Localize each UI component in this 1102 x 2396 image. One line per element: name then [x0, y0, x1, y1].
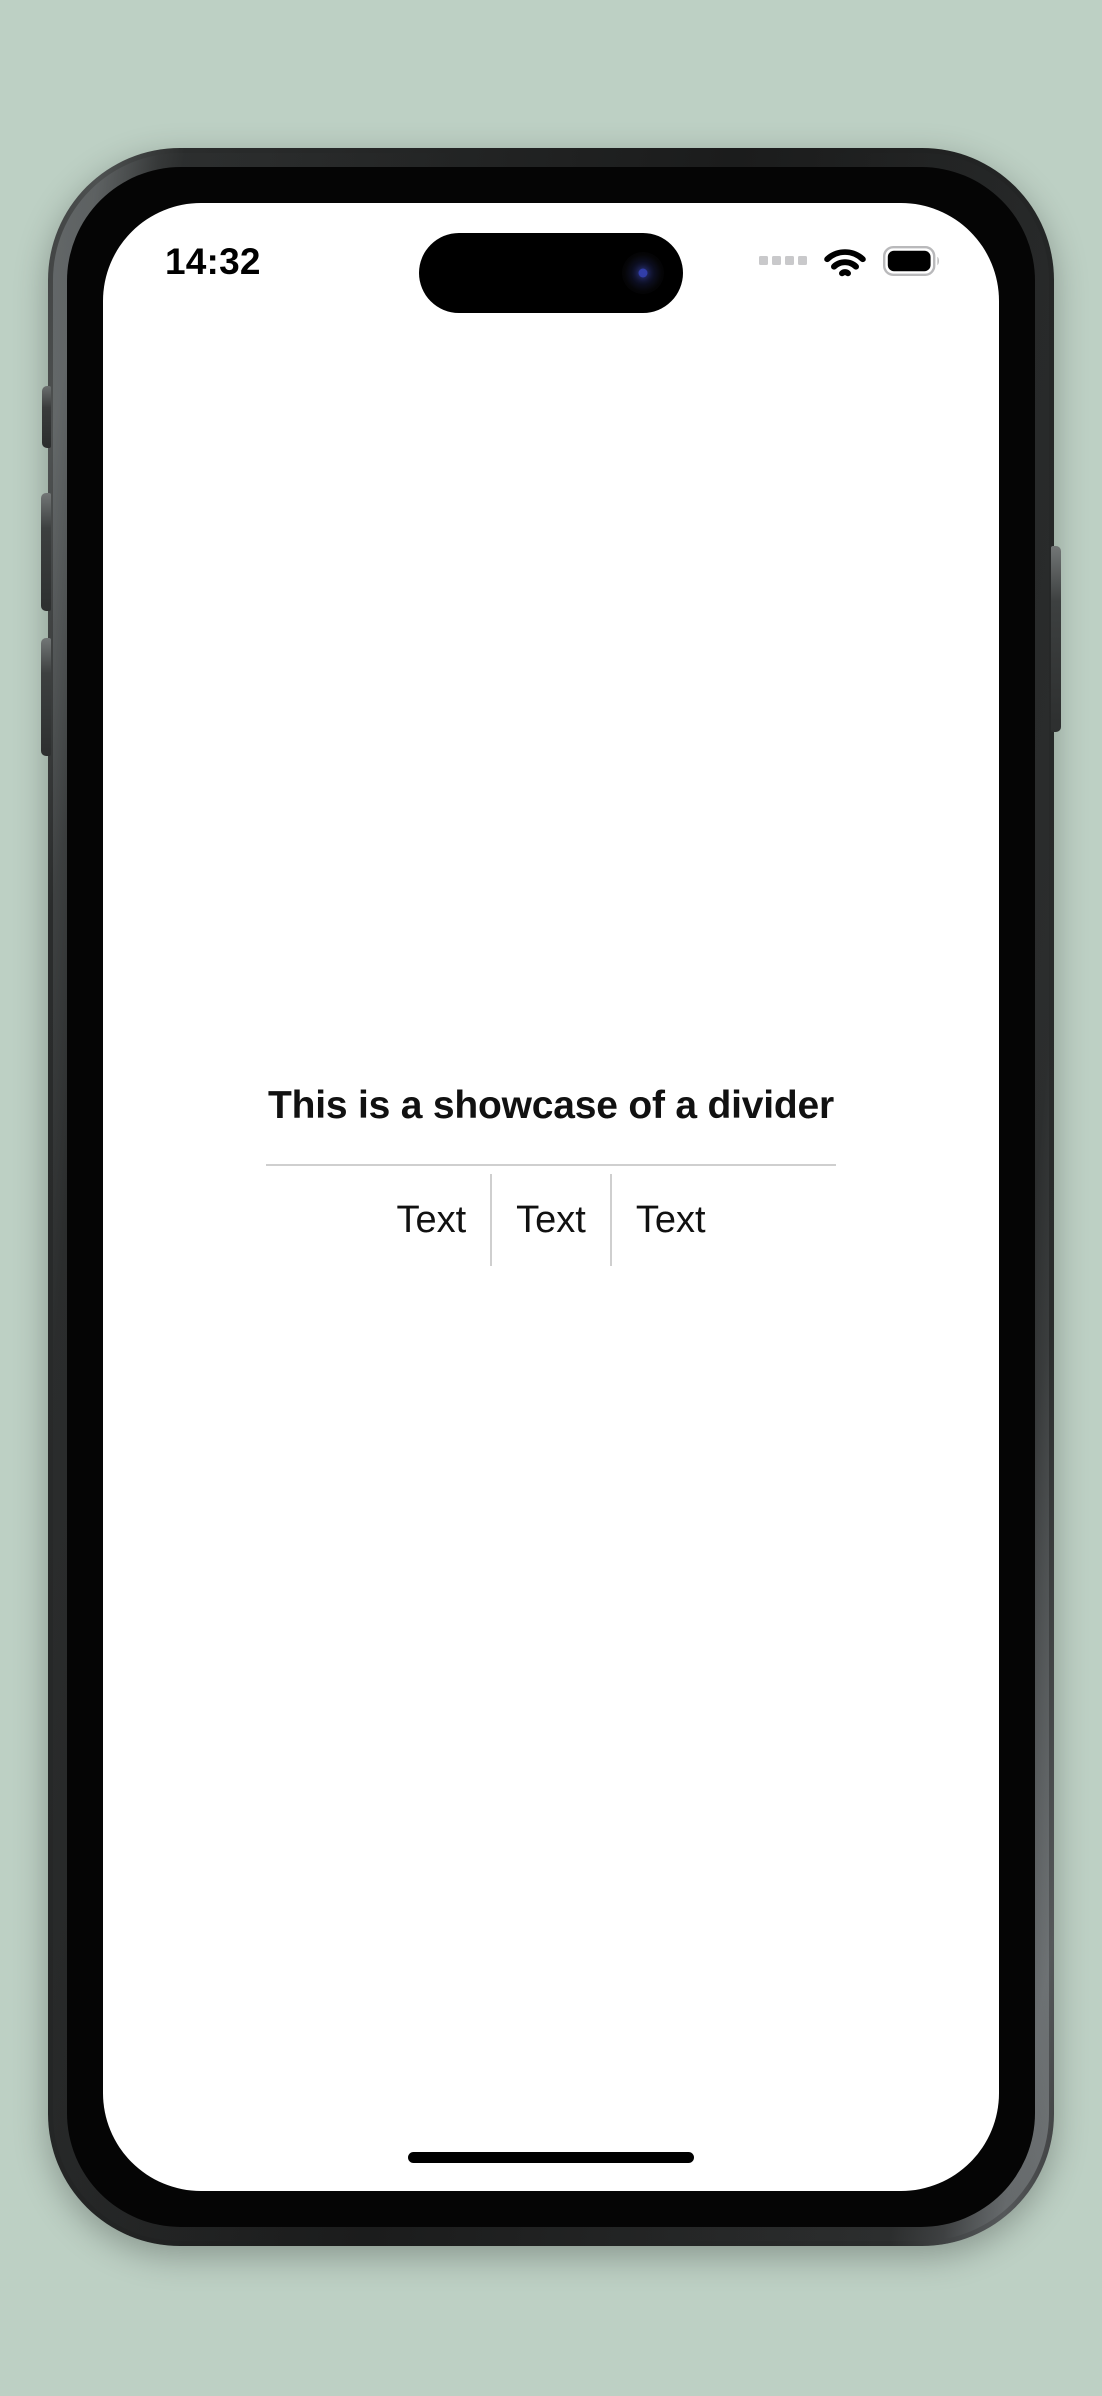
- page-title: This is a showcase of a divider: [267, 1084, 834, 1128]
- cellular-bar-1: [759, 255, 768, 265]
- app-content: This is a showcase of a divider Text Tex…: [103, 203, 999, 2191]
- text-item-2: Text: [516, 1198, 586, 1241]
- status-bar-clock: 14:32: [165, 240, 261, 282]
- text-row-with-dividers: Text Text Text: [372, 1173, 729, 1266]
- home-indicator[interactable]: [408, 2152, 694, 2163]
- phone-bezel: 14:32 This is a showcase of a divider Te…: [67, 167, 1035, 2227]
- battery-icon: [883, 246, 939, 276]
- divider-showcase: This is a showcase of a divider Text Tex…: [103, 1082, 999, 1266]
- text-item-3: Text: [635, 1198, 706, 1241]
- wifi-icon: [824, 248, 866, 276]
- power-button[interactable]: [1051, 546, 1061, 732]
- front-camera-icon: [622, 252, 664, 294]
- cellular-signal-icon: [759, 255, 807, 267]
- volume-up-button[interactable]: [41, 493, 51, 611]
- phone-mockup: 14:32 This is a showcase of a divider Te…: [41, 148, 1061, 2246]
- status-bar-indicators: [759, 242, 941, 277]
- cellular-bar-4: [798, 255, 807, 265]
- text-item-1: Text: [396, 1198, 467, 1241]
- cellular-bar-3: [785, 255, 794, 265]
- dynamic-island[interactable]: [419, 233, 683, 313]
- horizontal-divider: [266, 1163, 836, 1166]
- phone-screen: 14:32 This is a showcase of a divider Te…: [103, 203, 999, 2191]
- cellular-bar-2: [772, 255, 781, 265]
- silent-switch-button[interactable]: [42, 386, 51, 448]
- volume-down-button[interactable]: [41, 638, 51, 756]
